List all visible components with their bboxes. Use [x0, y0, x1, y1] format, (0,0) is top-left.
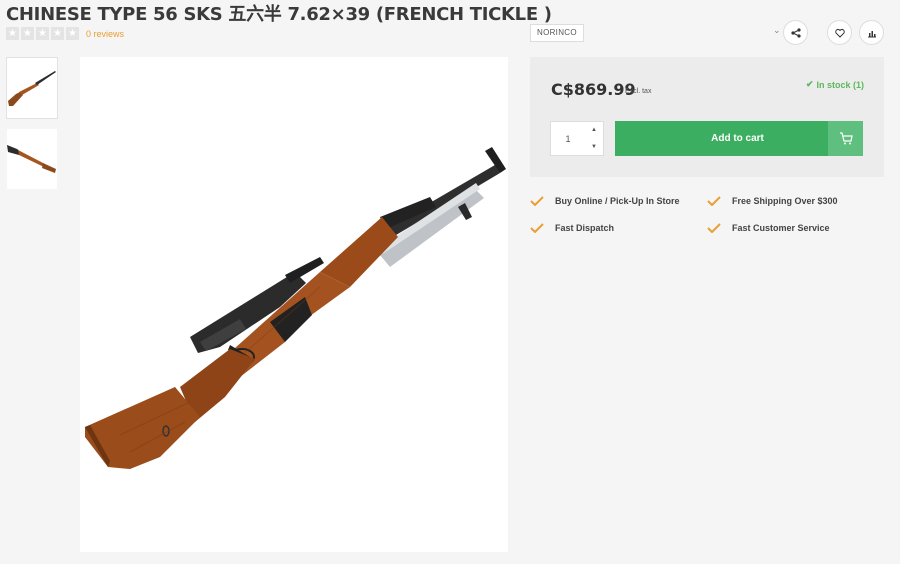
- product-title: CHINESE TYPE 56 SKS 五六半 7.62×39 (FRENCH …: [6, 4, 552, 25]
- star-icon[interactable]: ★: [6, 27, 19, 40]
- feature-label: Free Shipping Over $300: [732, 196, 838, 206]
- increment-icon[interactable]: ▲: [585, 122, 603, 139]
- tax-note: Excl. tax: [625, 88, 652, 95]
- check-icon: [530, 196, 544, 206]
- feature-label: Fast Customer Service: [732, 223, 830, 233]
- star-icon[interactable]: ★: [36, 27, 49, 40]
- feature-dispatch: Fast Dispatch: [530, 223, 614, 233]
- share-button[interactable]: [783, 20, 808, 45]
- quantity-input[interactable]: [551, 122, 585, 155]
- add-to-cart-button[interactable]: Add to cart: [615, 121, 863, 156]
- share-icon: [790, 27, 801, 38]
- heart-icon: [834, 28, 845, 38]
- reviews-link[interactable]: 0 reviews: [86, 29, 124, 39]
- rating: ★ ★ ★ ★ ★ 0 reviews: [6, 27, 124, 40]
- chart-icon: [867, 30, 876, 37]
- feature-customer-service: Fast Customer Service: [707, 223, 830, 233]
- rifle-thumbnail-image: [8, 71, 56, 106]
- feature-label: Fast Dispatch: [555, 223, 615, 233]
- cart-icon: [828, 121, 863, 156]
- stock-status: ✔ In stock (1): [806, 79, 864, 90]
- check-icon: ✔: [805, 79, 814, 89]
- check-icon: [530, 223, 544, 233]
- star-icon[interactable]: ★: [66, 27, 79, 40]
- main-product-image[interactable]: [80, 57, 508, 552]
- star-icon[interactable]: ★: [51, 27, 64, 40]
- feature-pickup: Buy Online / Pick-Up In Store: [530, 196, 680, 206]
- price: C$869.99: [551, 80, 636, 99]
- decrement-icon[interactable]: ▼: [585, 139, 603, 156]
- rifle-image: [85, 147, 506, 469]
- feature-shipping: Free Shipping Over $300: [707, 196, 838, 206]
- quantity-stepper[interactable]: ▲ ▼: [550, 121, 604, 156]
- add-to-cart-label: Add to cart: [711, 133, 764, 144]
- stock-label: In stock (1): [816, 79, 864, 90]
- feature-label: Buy Online / Pick-Up In Store: [555, 196, 680, 206]
- buy-box: C$869.99 Excl. tax ✔ In stock (1) ▲ ▼ Ad…: [530, 57, 884, 177]
- thumbnail-1[interactable]: [6, 57, 58, 119]
- rifle-thumbnail-image: [7, 145, 56, 173]
- chevron-down-icon[interactable]: ⌄: [773, 25, 781, 36]
- product-page: CHINESE TYPE 56 SKS 五六半 7.62×39 (FRENCH …: [0, 0, 900, 564]
- wishlist-button[interactable]: [827, 20, 852, 45]
- brand-badge[interactable]: NORINCO: [530, 24, 584, 42]
- thumbnail-2[interactable]: [6, 128, 58, 190]
- star-icon[interactable]: ★: [21, 27, 34, 40]
- check-icon: [707, 196, 721, 206]
- compare-button[interactable]: [859, 20, 884, 45]
- check-icon: [707, 223, 721, 233]
